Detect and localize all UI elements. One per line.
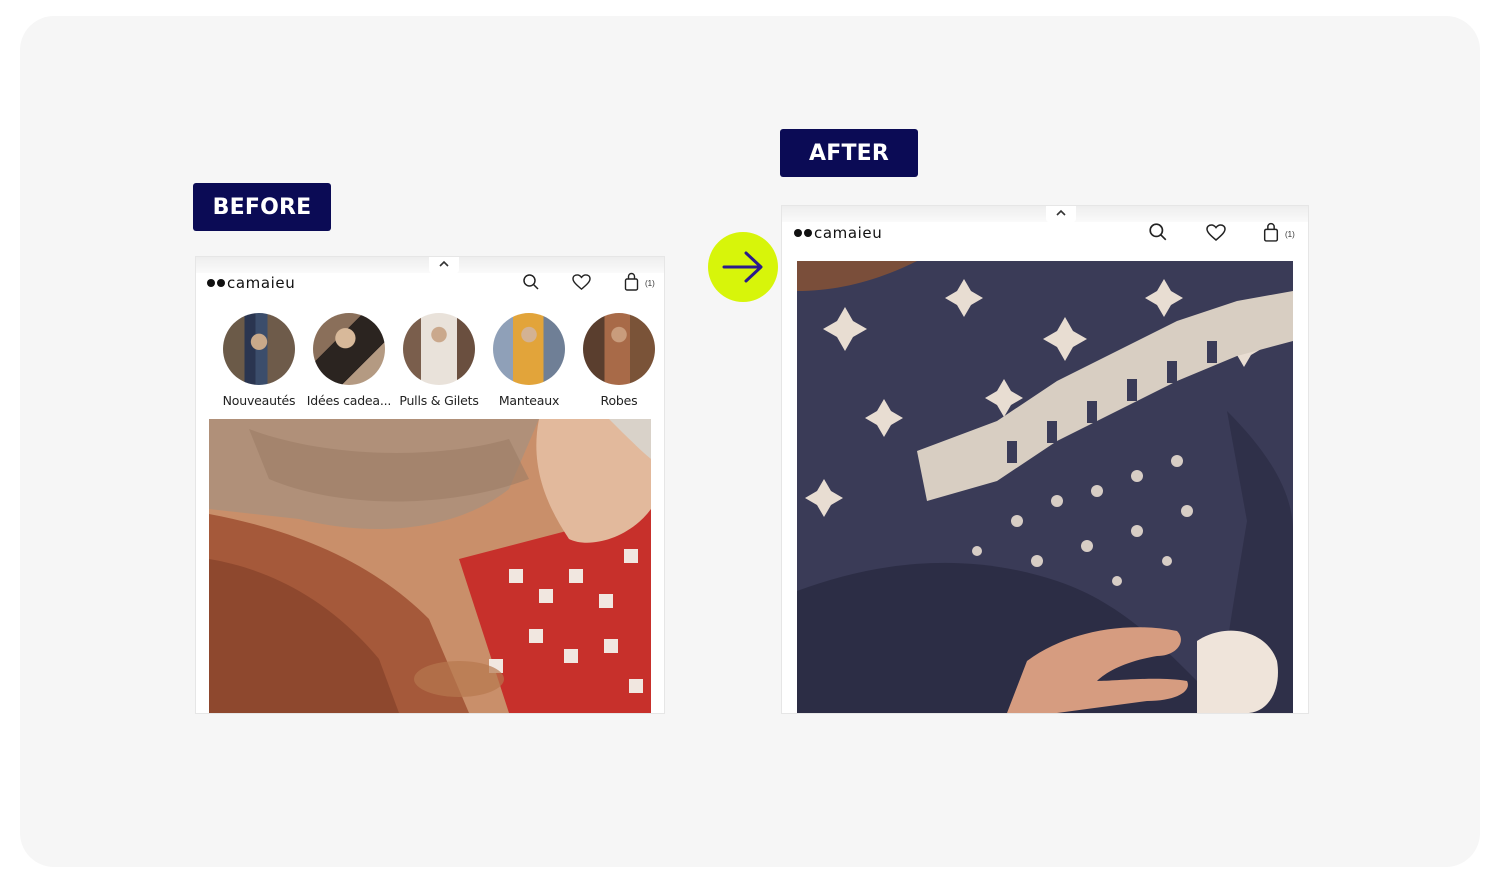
- category-label: Idées cadea...: [306, 393, 392, 408]
- browser-top-bar: [782, 206, 1308, 222]
- category-image: [223, 313, 295, 385]
- category-item[interactable]: Nouveautés: [214, 313, 304, 408]
- after-label: AFTER: [780, 129, 918, 177]
- logo-dot: [217, 279, 225, 287]
- camaieu-logo[interactable]: camaieu: [794, 224, 882, 242]
- category-item[interactable]: Manteaux: [484, 313, 574, 408]
- category-carousel: Nouveautés Idées cadea... Pulls & Gilets…: [196, 313, 664, 409]
- after-screen: camaieu (1): [781, 205, 1309, 714]
- category-item[interactable]: Robes: [574, 313, 664, 408]
- logo-dot: [207, 279, 215, 287]
- heart-icon[interactable]: [1206, 224, 1226, 242]
- logo-dot: [804, 229, 812, 237]
- before-label: BEFORE: [193, 183, 331, 231]
- category-item[interactable]: Pulls & Gilets: [394, 313, 484, 408]
- arrow-right-icon: [708, 232, 778, 302]
- before-screen: camaieu (1) Nouveautés Idées cadea... Pu…: [195, 256, 665, 714]
- category-image: [493, 313, 565, 385]
- site-header: camaieu (1): [196, 271, 664, 295]
- bag-count: (1): [645, 279, 655, 288]
- hero-image[interactable]: [797, 261, 1293, 713]
- camaieu-logo[interactable]: camaieu: [207, 274, 295, 292]
- site-header: camaieu (1): [782, 221, 1308, 245]
- logo-text: camaieu: [227, 274, 296, 292]
- bag-count: (1): [1285, 230, 1295, 239]
- category-label: Manteaux: [498, 393, 560, 408]
- category-label: Pulls & Gilets: [399, 393, 479, 408]
- category-image: [313, 313, 385, 385]
- shopping-bag-icon[interactable]: [1263, 222, 1279, 242]
- heart-icon[interactable]: [572, 274, 591, 291]
- logo-dot: [794, 229, 802, 237]
- category-item[interactable]: Idées cadea...: [304, 313, 394, 408]
- category-label: Robes: [600, 393, 638, 408]
- logo-text: camaieu: [814, 224, 883, 242]
- category-image: [583, 313, 655, 385]
- category-label: Nouveautés: [222, 393, 296, 408]
- chevron-up-icon[interactable]: [1046, 206, 1076, 222]
- hero-image[interactable]: [209, 419, 651, 713]
- category-image: [403, 313, 475, 385]
- shopping-bag-icon[interactable]: [624, 272, 639, 291]
- search-icon[interactable]: [1148, 222, 1168, 242]
- search-icon[interactable]: [522, 273, 540, 291]
